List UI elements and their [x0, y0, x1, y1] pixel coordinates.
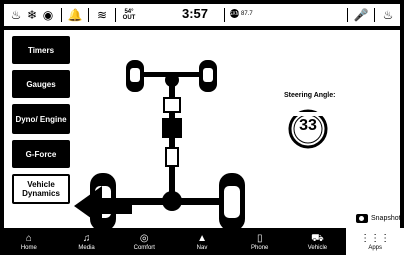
nav-media[interactable]: ♫ Media — [58, 228, 116, 255]
microphone-icon[interactable]: 🎤 — [353, 7, 369, 23]
gauges-button[interactable]: Gauges — [12, 70, 70, 98]
g-force-button[interactable]: G-Force — [12, 140, 70, 168]
camera-icon[interactable]: ◉ — [40, 7, 56, 23]
home-icon: ⌂ — [25, 232, 32, 244]
vehicle-dynamics-button[interactable]: Vehicle Dynamics — [12, 174, 70, 204]
steering-angle-value: 33 — [299, 117, 317, 134]
bottom-navigation: ⌂ Home ♫ Media ◎ Comfort ▲ Nav ▯ Phone ⛟… — [0, 228, 404, 255]
comfort-icon: ◎ — [139, 232, 149, 244]
nav-label: Home — [20, 244, 37, 251]
radio-icon: SXM — [229, 9, 240, 18]
notification-bell-icon[interactable]: 🔔 — [67, 7, 83, 23]
phone-icon: ▯ — [256, 232, 263, 244]
nav-comfort[interactable]: ◎ Comfort — [115, 228, 173, 255]
divider — [88, 8, 89, 22]
nav-nav[interactable]: ▲ Nav — [173, 228, 231, 255]
status-bar: ♨ ❄ ◉ 🔔 ≋ 54° OUT 3:57 SXM 87.7 🎤 ♨ — [4, 4, 400, 26]
divider — [374, 8, 375, 22]
nav-label: Apps — [368, 244, 383, 251]
divider — [224, 8, 225, 22]
wifi-icon[interactable]: ≋ — [94, 7, 110, 23]
dyno-engine-button[interactable]: Dyno/ Engine — [12, 104, 70, 134]
divider — [347, 8, 348, 22]
timers-button[interactable]: Timers — [12, 36, 70, 64]
nav-vehicle[interactable]: ⛟ Vehicle — [289, 228, 347, 255]
seat-heat-icon[interactable]: ♨ — [380, 7, 396, 23]
seat-cool-icon[interactable]: ❄ — [24, 7, 40, 23]
radio-status[interactable]: SXM 87.7 — [229, 9, 253, 18]
nav-label: Phone — [251, 244, 269, 251]
nav-label: Vehicle — [307, 244, 328, 251]
nav-icon: ▲ — [197, 232, 207, 244]
nav-home[interactable]: ⌂ Home — [0, 228, 58, 255]
vehicle-dynamics-panel: Timers Gauges Dyno/ Engine G-Force Vehic… — [4, 30, 401, 231]
status-right: 🎤 ♨ — [342, 7, 396, 23]
nav-label: Comfort — [133, 244, 155, 251]
snapshot-label: Snapshot — [371, 215, 401, 222]
screen: ♨ ❄ ◉ 🔔 ≋ 54° OUT 3:57 SXM 87.7 🎤 ♨ Time… — [0, 0, 404, 255]
car-icon: ⛟ — [311, 232, 324, 244]
clock: 3:57 — [182, 6, 209, 21]
seat-heat-icon[interactable]: ♨ — [8, 7, 24, 23]
drivetrain-illustration — [74, 60, 245, 231]
radio-frequency: 87.7 — [241, 10, 253, 17]
outside-temperature: 54° OUT — [122, 9, 136, 21]
music-icon: ♫ — [82, 232, 91, 244]
snapshot-button[interactable]: Snapshot — [356, 214, 401, 223]
performance-menu: Timers Gauges Dyno/ Engine G-Force Vehic… — [12, 36, 70, 210]
steering-angle-label: Steering Angle: — [284, 92, 336, 99]
apps-icon: ⋮⋮⋮ — [360, 232, 391, 244]
divider — [115, 8, 116, 22]
nav-label: Media — [78, 244, 95, 251]
divider — [61, 8, 62, 22]
camera-icon — [356, 214, 368, 223]
nav-phone[interactable]: ▯ Phone — [231, 228, 289, 255]
nav-apps[interactable]: ⋮⋮⋮ Apps — [346, 228, 404, 255]
nav-label: Nav — [196, 244, 208, 251]
